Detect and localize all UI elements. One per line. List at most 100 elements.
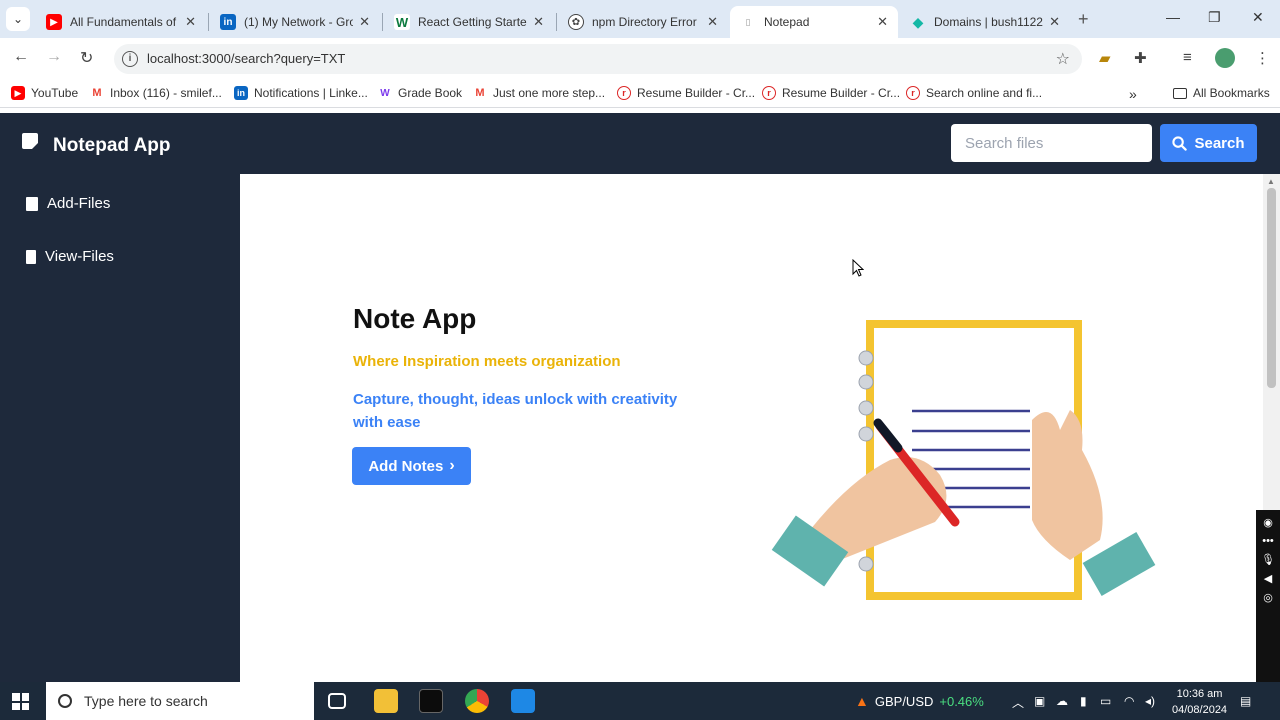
- close-icon[interactable]: ✕: [877, 14, 888, 30]
- resume-builder-icon: r: [906, 86, 920, 100]
- file-explorer-icon[interactable]: [374, 689, 398, 713]
- reload-icon[interactable]: ↻: [80, 48, 93, 68]
- main-content: Note App Where Inspiration meets organiz…: [240, 174, 1256, 682]
- tab-react[interactable]: W React Getting Started ✕: [384, 6, 554, 38]
- youtube-icon: ▶: [46, 14, 62, 30]
- speaker-icon[interactable]: ◀: [1256, 572, 1280, 585]
- kebab-menu-icon[interactable]: ⋮: [1255, 49, 1270, 67]
- tab-title: Notepad: [764, 15, 810, 29]
- search-files-input[interactable]: [951, 124, 1152, 162]
- close-icon[interactable]: ✕: [533, 14, 544, 30]
- gmail-icon: M: [90, 86, 104, 100]
- sidebar-item-view-files[interactable]: View-Files: [26, 248, 114, 265]
- address-bar[interactable]: i localhost:3000/search?query=TXT ☆: [114, 44, 1082, 74]
- search-button[interactable]: Search: [1160, 124, 1257, 162]
- tray-wifi-icon[interactable]: ◠: [1124, 694, 1134, 708]
- ticker-change: +0.46%: [939, 693, 984, 709]
- linkedin-icon: in: [220, 14, 236, 30]
- tray-battery-icon[interactable]: ▭: [1100, 694, 1111, 708]
- tray-chevron-up-icon[interactable]: ︿: [1012, 694, 1024, 711]
- bookmark-label: YouTube: [31, 86, 79, 100]
- close-icon[interactable]: ✕: [185, 14, 196, 30]
- restore-icon[interactable]: ❐: [1208, 9, 1221, 26]
- diamond-icon: ◆: [912, 13, 924, 30]
- tab-divider: [382, 13, 383, 31]
- sidebar-item-label: Add-Files: [47, 195, 111, 212]
- chevron-right-icon: ›: [449, 457, 455, 474]
- hero-title: Note App: [353, 303, 477, 334]
- system-clock[interactable]: 10:36 am 04/08/2024: [1172, 686, 1227, 718]
- w-icon: W: [394, 14, 410, 30]
- url-text[interactable]: localhost:3000/search?query=TXT: [147, 51, 345, 66]
- more-dots-icon[interactable]: •••: [1256, 535, 1280, 547]
- camera-icon[interactable]: ◉: [1256, 516, 1280, 529]
- tab-divider: [208, 13, 209, 31]
- tab-divider: [556, 13, 557, 31]
- youtube-icon: ▶: [11, 86, 25, 100]
- tab-youtube[interactable]: ▶ All Fundamentals of ✕: [36, 6, 206, 38]
- microphone-icon[interactable]: 🎙: [1256, 553, 1280, 566]
- tab-notepad[interactable]: ▯ Notepad ✕: [730, 6, 898, 38]
- recorder-side-panel: ◉ ••• 🎙 ◀ ◎: [1256, 510, 1280, 682]
- bookmarks-bar: ▶ YouTube M Inbox (116) - smilef... in N…: [0, 80, 1280, 108]
- close-icon[interactable]: ✕: [1049, 14, 1060, 30]
- currency-ticker[interactable]: ▲ GBP/USD +0.46%: [855, 693, 984, 709]
- tab-linkedin[interactable]: in (1) My Network - Gro ✕: [210, 6, 380, 38]
- more-bookmarks-chevron-icon[interactable]: »: [1129, 86, 1137, 102]
- notepad-illustration: [771, 320, 1156, 600]
- bookmark-gmail-step[interactable]: M Just one more step...: [473, 86, 605, 100]
- scrollbar-thumb[interactable]: [1267, 188, 1276, 388]
- browser-tabstrip: ⌄ ▶ All Fundamentals of ✕ in (1) My Netw…: [0, 0, 1280, 38]
- grade-book-icon: W: [378, 86, 392, 100]
- bookmark-grade-book[interactable]: W Grade Book: [378, 86, 462, 100]
- forward-arrow-icon[interactable]: →: [46, 48, 62, 66]
- bookmark-label: All Bookmarks: [1193, 86, 1270, 100]
- terminal-icon[interactable]: [419, 689, 443, 713]
- windows-start-icon[interactable]: [12, 693, 29, 710]
- tray-volume-icon[interactable]: ◂): [1145, 694, 1155, 708]
- new-tab-plus-icon[interactable]: +: [1078, 9, 1089, 30]
- profile-avatar[interactable]: [1215, 48, 1235, 68]
- scroll-up-arrow-icon[interactable]: ▲: [1267, 177, 1275, 186]
- tray-mic-icon[interactable]: ▮: [1080, 694, 1087, 708]
- media-control-icon[interactable]: ≡: [1183, 49, 1192, 66]
- tab-title: npm Directory Error: [592, 15, 697, 29]
- bookmark-youtube[interactable]: ▶ YouTube: [11, 86, 78, 100]
- task-view-icon[interactable]: [328, 693, 346, 709]
- folder-icon: [1173, 87, 1187, 99]
- tray-device-icon[interactable]: ▣: [1034, 694, 1045, 708]
- back-arrow-icon[interactable]: ←: [13, 48, 29, 66]
- notification-icon[interactable]: ▤: [1240, 694, 1251, 708]
- sidebar-item-add-files[interactable]: Add-Files: [26, 195, 110, 212]
- all-bookmarks-folder[interactable]: All Bookmarks: [1173, 86, 1270, 100]
- close-icon[interactable]: ✕: [707, 14, 718, 30]
- add-notes-button[interactable]: Add Notes ›: [352, 447, 471, 485]
- close-icon[interactable]: ✕: [359, 14, 370, 30]
- webcam-icon[interactable]: ◎: [1256, 591, 1280, 604]
- app-title[interactable]: Notepad App: [53, 135, 171, 157]
- tab-npm[interactable]: ✿ npm Directory Error ✕: [558, 6, 728, 38]
- extension-wallet-icon[interactable]: ▰: [1099, 49, 1111, 67]
- tab-title: All Fundamentals of: [70, 15, 177, 29]
- extensions-puzzle-icon[interactable]: ✚: [1134, 49, 1147, 67]
- window-close-icon[interactable]: ✕: [1252, 9, 1264, 26]
- sidebar: Add-Files View-Files: [0, 174, 240, 682]
- bookmark-label: Resume Builder - Cr...: [782, 86, 901, 100]
- bookmark-resume-builder-1[interactable]: r Resume Builder - Cr...: [617, 86, 755, 100]
- bookmark-search-online[interactable]: r Search online and fi...: [906, 86, 1042, 100]
- bookmark-resume-builder-2[interactable]: r Resume Builder - Cr...: [762, 86, 900, 100]
- tray-cloud-icon[interactable]: ☁: [1056, 694, 1068, 708]
- site-info-icon[interactable]: i: [122, 51, 138, 67]
- bookmark-linkedin[interactable]: in Notifications | Linke...: [234, 86, 368, 100]
- vscode-icon[interactable]: [511, 689, 535, 713]
- bookmark-gmail-inbox[interactable]: M Inbox (116) - smilef...: [90, 86, 222, 100]
- chrome-icon[interactable]: [465, 689, 489, 713]
- bookmark-star-icon[interactable]: ☆: [1056, 49, 1070, 69]
- tab-domains[interactable]: ◆ Domains | bush1122 ✕: [900, 6, 1070, 38]
- tab-search-chevron-icon[interactable]: ⌄: [6, 7, 30, 31]
- taskbar-search-box[interactable]: Type here to search: [46, 682, 314, 720]
- tab-title: Domains | bush1122: [934, 15, 1043, 29]
- hero-description: Capture, thought, ideas unlock with crea…: [353, 391, 678, 431]
- minimize-icon[interactable]: —: [1166, 9, 1180, 25]
- linkedin-icon: in: [234, 86, 248, 100]
